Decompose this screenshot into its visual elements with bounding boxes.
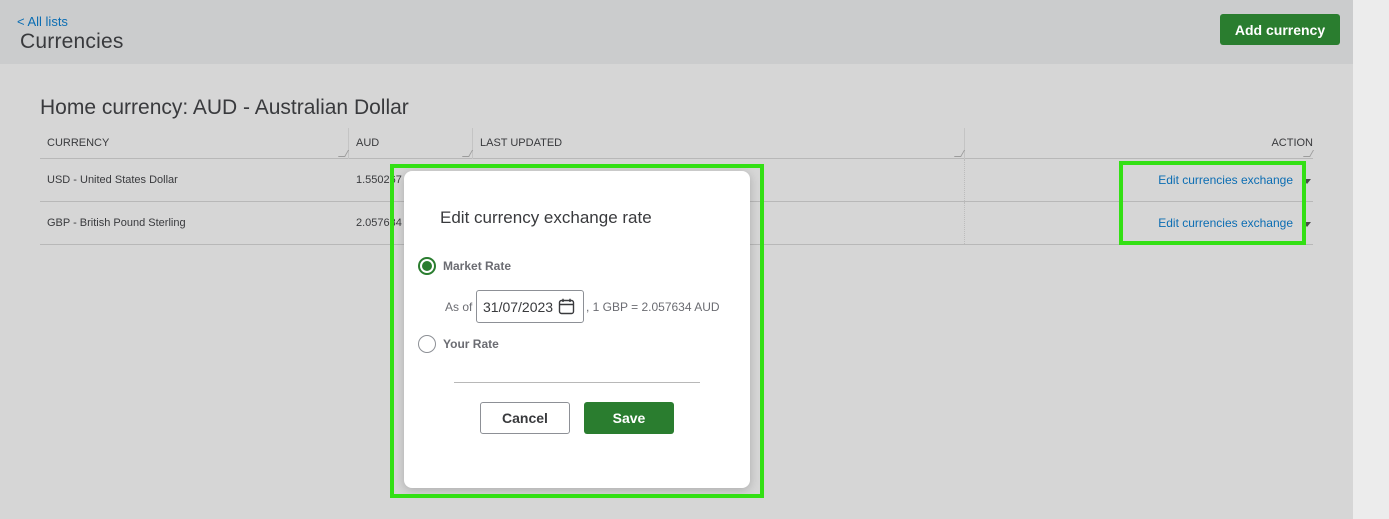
column-header-label: LAST UPDATED	[480, 137, 563, 149]
column-header-action[interactable]: ACTION	[965, 128, 1315, 159]
page-scrollbar[interactable]	[1353, 0, 1389, 519]
table-header: CURRENCY AUD LAST UPDATED ACTION	[40, 128, 1315, 159]
resize-handle-icon[interactable]	[461, 150, 474, 157]
add-currency-button[interactable]: Add currency	[1220, 14, 1340, 45]
resize-handle-icon[interactable]	[337, 150, 350, 157]
currency-cell: USD - United States Dollar	[47, 174, 178, 186]
highlight-box-action	[1119, 161, 1306, 245]
column-header-aud[interactable]: AUD	[349, 128, 474, 159]
highlight-box-dialog	[390, 164, 764, 498]
all-lists-link[interactable]: < All lists	[17, 14, 68, 29]
column-header-label: AUD	[356, 137, 380, 149]
column-header-label: ACTION	[1271, 137, 1313, 149]
page-title: Currencies	[20, 30, 124, 53]
page-header: < All lists Currencies Add currency	[0, 0, 1353, 64]
currency-cell: GBP - British Pound Sterling	[47, 217, 186, 229]
column-header-currency[interactable]: CURRENCY	[40, 128, 350, 159]
resize-handle-icon[interactable]	[1302, 150, 1315, 157]
home-currency-title: Home currency: AUD - Australian Dollar	[40, 96, 409, 119]
column-header-label: CURRENCY	[47, 137, 110, 149]
column-header-last-updated[interactable]: LAST UPDATED	[473, 128, 966, 159]
resize-handle-icon[interactable]	[953, 150, 966, 157]
